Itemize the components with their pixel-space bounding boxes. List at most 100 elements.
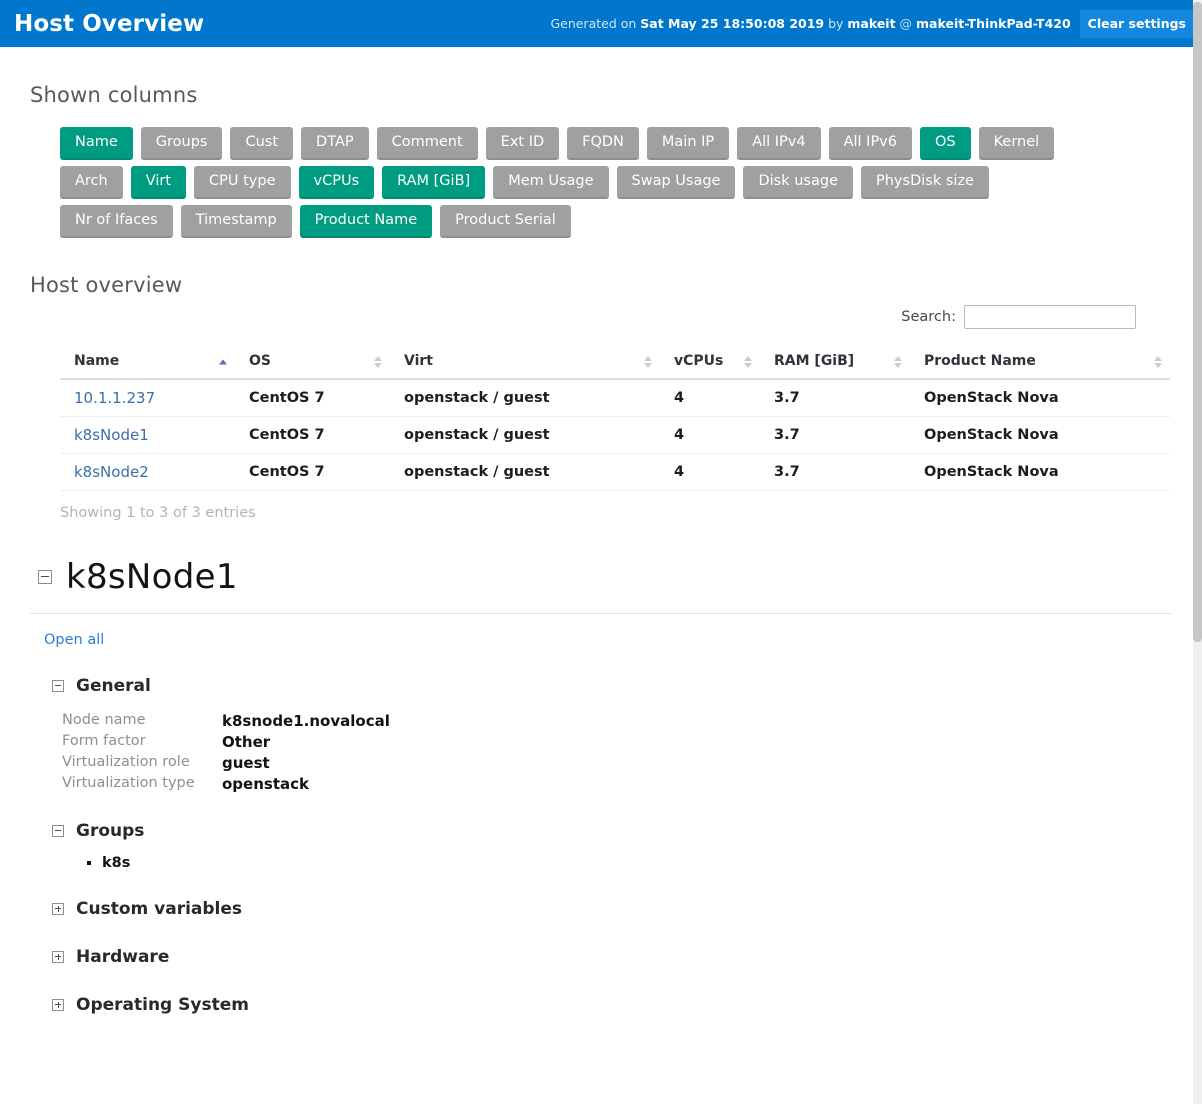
column-header-virt[interactable]: Virt [390, 346, 660, 380]
cell-vcpus: 4 [660, 378, 760, 417]
column-toggle-nr-of-ifaces[interactable]: Nr of Ifaces [60, 204, 173, 238]
expand-hardware-icon[interactable] [52, 950, 64, 963]
section-header-custom-variables[interactable]: Custom variables [52, 899, 1172, 919]
sort-arrows-icon [644, 356, 652, 369]
groups-list: k8s [102, 855, 1172, 871]
page-title: Host Overview [14, 10, 205, 37]
cell-ram: 3.7 [760, 378, 910, 417]
column-toggle-groups[interactable]: Groups [140, 127, 223, 160]
section-header-operating-system[interactable]: Operating System [52, 995, 1172, 1015]
host-link[interactable]: k8sNode1 [74, 426, 149, 444]
column-toggle-comment[interactable]: Comment [376, 127, 478, 160]
host-link[interactable]: 10.1.1.237 [74, 389, 155, 407]
column-toggle-row-2: Arch Virt CPU type vCPUs RAM [GiB] Mem Usage S… [60, 165, 1165, 199]
search-input[interactable] [964, 304, 1136, 329]
column-toggle-row-1: Name Groups Cust DTAP Comment Ext ID FQDN Main … [60, 127, 1165, 160]
column-toggle-cust[interactable]: Cust [230, 127, 294, 160]
cell-product: OpenStack Nova [910, 416, 1170, 454]
shown-columns-heading: Shown columns [30, 83, 198, 107]
general-section-header[interactable]: General [52, 676, 1172, 696]
property-value: openstack [222, 774, 309, 793]
collapse-groups-icon[interactable] [52, 824, 64, 837]
column-header-label: Product Name [924, 352, 1036, 369]
sort-arrows-icon [374, 356, 382, 369]
column-toggle-ext-id[interactable]: Ext ID [485, 127, 560, 160]
column-header-label: vCPUs [674, 352, 724, 369]
column-toggle-kernel[interactable]: Kernel [978, 127, 1055, 160]
expand-custom-variables-icon[interactable] [52, 902, 64, 915]
section-custom-variables: Custom variables [30, 899, 1172, 919]
clear-settings-button[interactable]: Clear settings [1079, 9, 1194, 38]
column-toggle-timestamp[interactable]: Timestamp [180, 204, 292, 238]
column-toggle-all-ipv6[interactable]: All IPv6 [828, 127, 912, 160]
column-toggle-name[interactable]: Name [60, 127, 133, 160]
column-toggle-cpu-type[interactable]: CPU type [194, 165, 291, 199]
column-toggle-physdisk-size[interactable]: PhysDisk size [861, 165, 989, 199]
column-toggle-all-ipv4[interactable]: All IPv4 [737, 127, 821, 160]
cell-os: CentOS 7 [235, 378, 390, 417]
column-toggle-fqdn[interactable]: FQDN [567, 127, 639, 160]
scrollbar-thumb[interactable] [1193, 2, 1202, 642]
collapse-general-icon[interactable] [52, 679, 64, 692]
generated-info: Generated on Sat May 25 18:50:08 2019 by… [550, 16, 1070, 31]
cell-os: CentOS 7 [235, 416, 390, 454]
column-header-vcpus[interactable]: vCPUs [660, 346, 760, 380]
cell-virt: openstack / guest [390, 378, 660, 417]
host-link[interactable]: k8sNode2 [74, 463, 149, 481]
generated-user: makeit [847, 16, 896, 31]
column-toggle-row-3: Nr of Ifaces Timestamp Product Name Product… [60, 204, 1165, 238]
open-all-link[interactable]: Open all [44, 632, 104, 648]
generated-timestamp: Sat May 25 18:50:08 2019 [640, 16, 825, 31]
table-search: Search: [30, 304, 1136, 329]
column-toggle-main-ip[interactable]: Main IP [646, 127, 730, 160]
cell-os: CentOS 7 [235, 453, 390, 491]
table-head: Name OS Virt vCPUs RAM [GiB] Product Name [60, 346, 1170, 380]
cell-name: k8sNode1 [60, 416, 235, 454]
search-label: Search: [901, 308, 956, 325]
column-toggle-virt[interactable]: Virt [130, 165, 187, 199]
section-header-hardware[interactable]: Hardware [52, 947, 1172, 967]
column-header-ram-gib[interactable]: RAM [GiB] [760, 346, 910, 380]
property-label: Virtualization role [62, 753, 190, 770]
column-toggle-os[interactable]: OS [920, 127, 971, 160]
column-toggle-ram-gib[interactable]: RAM [GiB] [382, 165, 486, 199]
groups-section-header[interactable]: Groups [52, 821, 1172, 841]
showing-entries-label: Showing 1 to 3 of 3 entries [60, 504, 256, 521]
table-header-row: Name OS Virt vCPUs RAM [GiB] Product Name [60, 346, 1170, 380]
collapsed-sections: Custom variables Hardware Operating System [30, 899, 1172, 1015]
section-title: Custom variables [76, 898, 243, 919]
generated-hostname: makeit-ThinkPad-T420 [916, 16, 1071, 31]
column-toggle-arch[interactable]: Arch [60, 165, 123, 199]
scrollbar-track[interactable] [1193, 0, 1202, 1104]
cell-vcpus: 4 [660, 453, 760, 491]
section-title: Operating System [76, 994, 249, 1015]
column-header-product-name[interactable]: Product Name [910, 346, 1170, 380]
collapse-host-icon[interactable] [38, 569, 52, 584]
section-title: Hardware [76, 946, 170, 967]
property-label: Virtualization type [62, 774, 195, 791]
column-toggle-vcpus[interactable]: vCPUs [298, 165, 375, 199]
column-header-name[interactable]: Name [60, 346, 235, 380]
host-detail-divider [30, 612, 1172, 614]
cell-vcpus: 4 [660, 416, 760, 454]
generated-at-separator: @ [895, 16, 917, 31]
section-operating-system: Operating System [30, 995, 1172, 1015]
property-label: Form factor [62, 732, 146, 749]
column-toggle-mem-usage[interactable]: Mem Usage [493, 165, 609, 199]
expand-operating-system-icon[interactable] [52, 998, 64, 1011]
page-body: Shown columns Name Groups Cust DTAP Comment E… [0, 83, 1202, 1015]
generated-by-label: by [824, 16, 848, 31]
property-value: Other [222, 732, 271, 751]
property-value: k8snode1.novalocal [222, 711, 390, 730]
column-toggle-product-serial[interactable]: Product Serial [440, 204, 571, 238]
column-header-label: OS [249, 352, 271, 369]
column-toggle-product-name[interactable]: Product Name [299, 204, 433, 238]
sort-arrows-icon [219, 359, 227, 365]
general-section: General Node name k8snode1.novalocal Form … [30, 676, 1172, 793]
column-header-os[interactable]: OS [235, 346, 390, 380]
column-toggle-swap-usage[interactable]: Swap Usage [616, 165, 736, 199]
column-toggle-group: Name Groups Cust DTAP Comment Ext ID FQDN Main … [60, 127, 1165, 238]
groups-section: Groups k8s [30, 821, 1172, 871]
column-toggle-dtap[interactable]: DTAP [301, 127, 369, 160]
column-toggle-disk-usage[interactable]: Disk usage [743, 165, 853, 199]
